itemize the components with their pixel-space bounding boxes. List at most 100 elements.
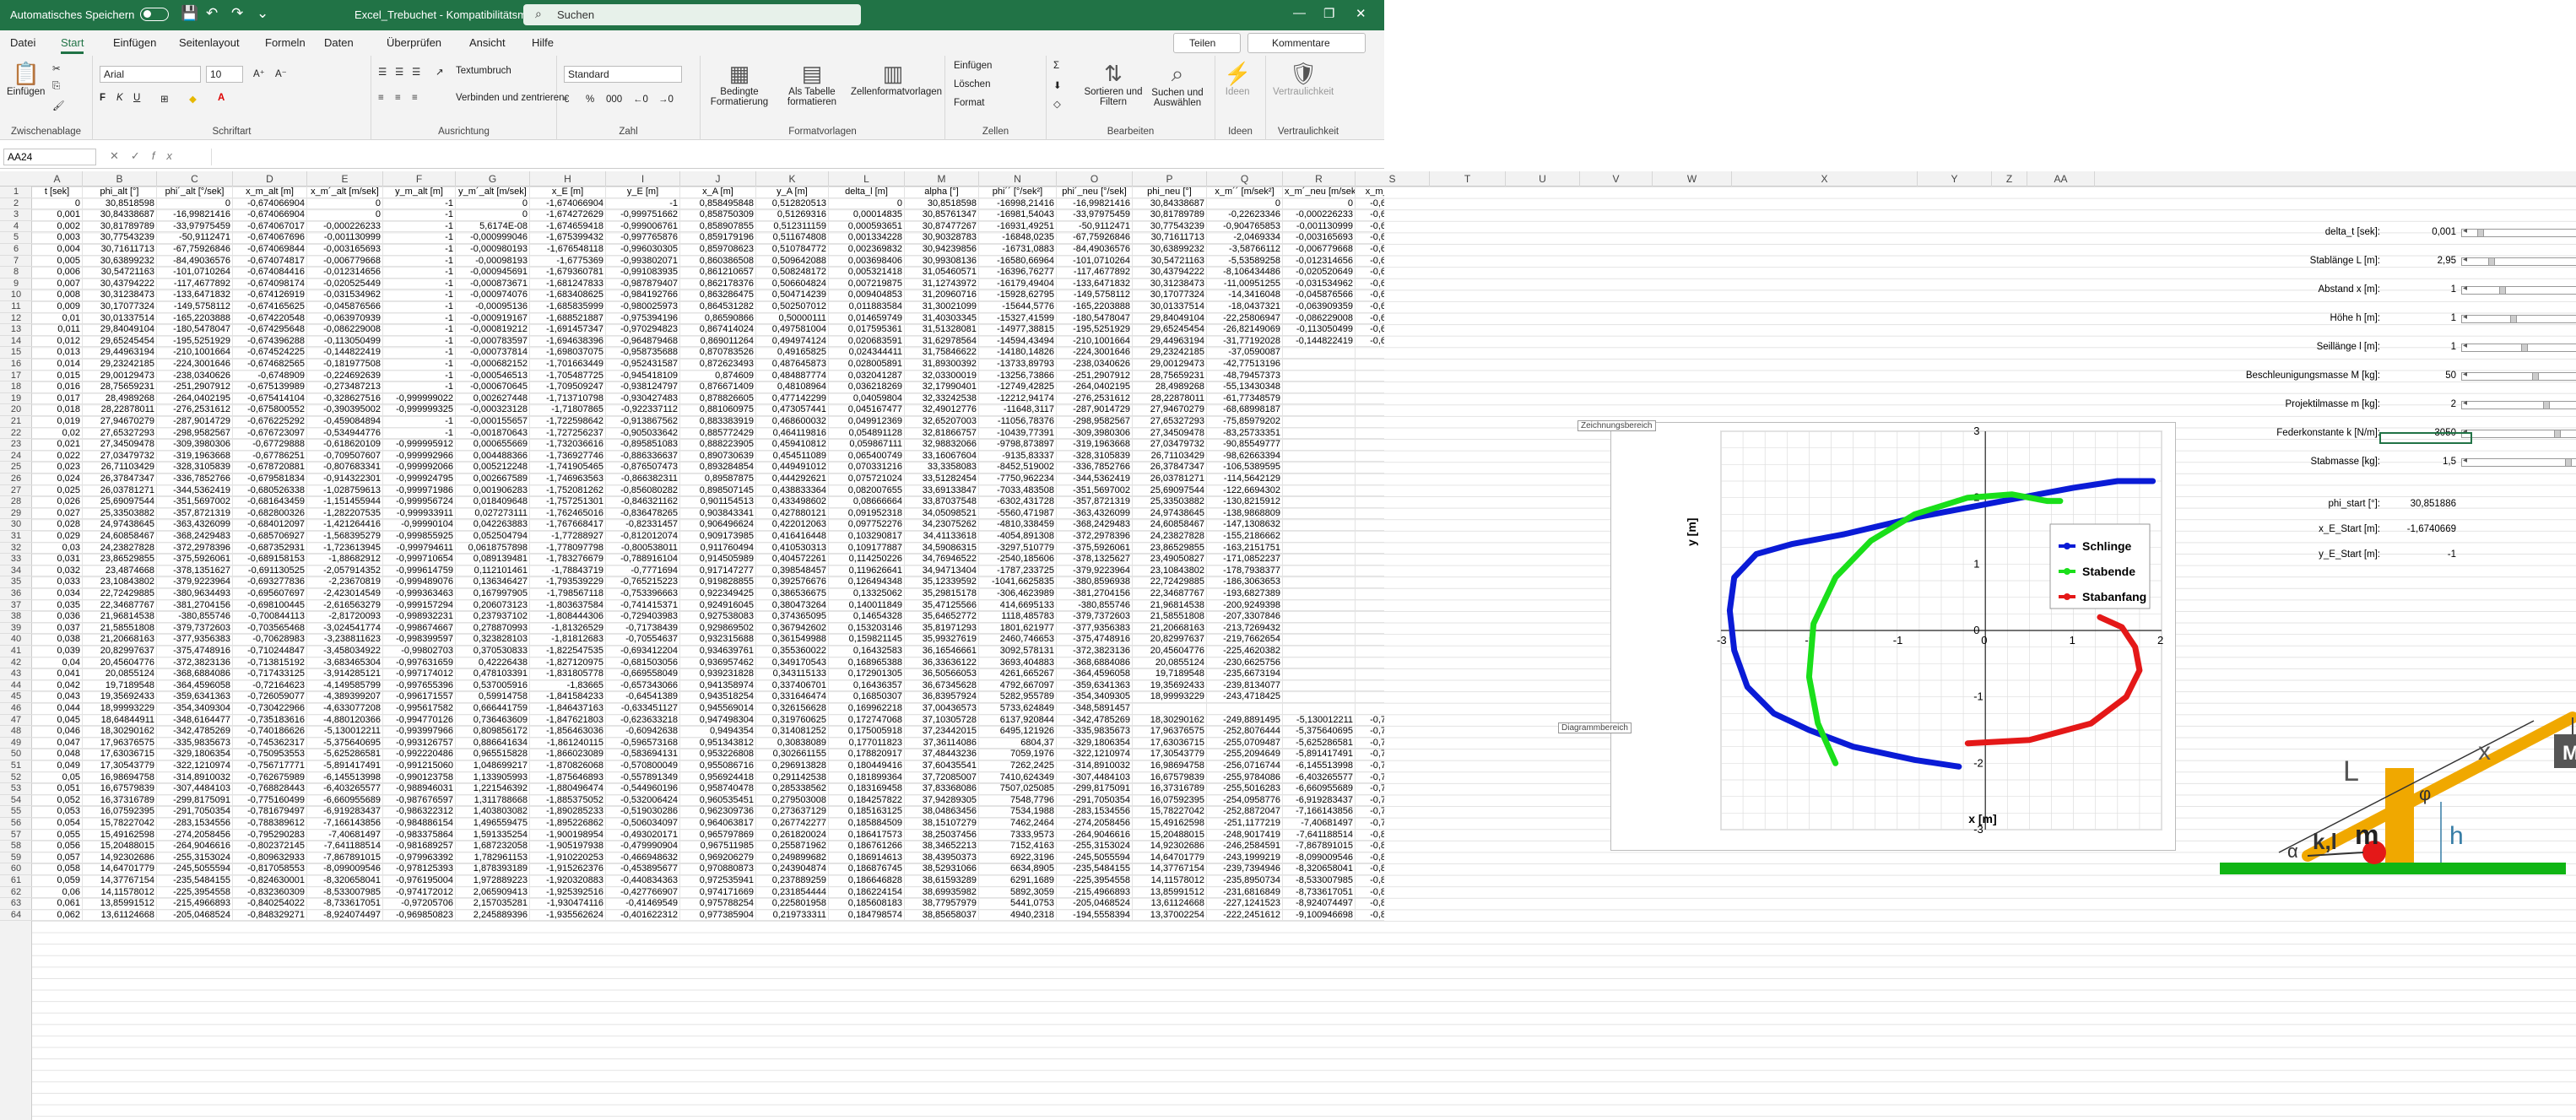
table-cell[interactable]: -0,993997966	[383, 726, 456, 738]
table-cell[interactable]: -1	[383, 278, 456, 290]
table-cell[interactable]: 0,015	[32, 370, 83, 382]
table-cell[interactable]: 27,34509478	[83, 439, 157, 451]
table-cell[interactable]: -0,674126919	[233, 289, 307, 301]
table-cell[interactable]	[1283, 668, 1356, 680]
table-cell[interactable]	[1283, 519, 1356, 531]
table-cell[interactable]: -0,848329271	[1356, 898, 1384, 910]
merge-center-button[interactable]: Verbinden und zentrieren	[456, 93, 565, 103]
table-cell[interactable]: 0,003	[32, 232, 83, 244]
table-cell[interactable]: -372,3823136	[157, 657, 233, 669]
row-header[interactable]: 52	[0, 772, 32, 784]
table-cell[interactable]: -7,166143856	[307, 818, 383, 830]
table-cell[interactable]: -336,7852766	[1057, 462, 1133, 473]
table-cell[interactable]: -1,746963563	[530, 473, 606, 485]
table-cell[interactable]: 0,002	[32, 220, 83, 233]
table-cell[interactable]: -210,1001664	[1057, 335, 1133, 348]
table-cell[interactable]: 30,99308136	[905, 255, 979, 268]
table-cell[interactable]: 0,180449416	[829, 760, 905, 772]
table-cell[interactable]: -16848,0235	[979, 232, 1057, 244]
table-cell[interactable]: -0,999363463	[383, 588, 456, 600]
table-cell[interactable]: -0,987676597	[383, 794, 456, 807]
table-cell[interactable]: -0,72164623	[233, 679, 307, 692]
table-cell[interactable]	[1283, 392, 1356, 405]
table-cell[interactable]: -1041,6625835	[979, 576, 1057, 588]
table-cell[interactable]: -16731,0883	[979, 244, 1057, 256]
table-cell[interactable]: 0,023	[32, 462, 83, 473]
table-cell[interactable]: -6,145513998	[307, 771, 383, 784]
row-header[interactable]: 47	[0, 715, 32, 727]
table-cell[interactable]: -0,001130999	[307, 232, 383, 244]
table-cell[interactable]: 17,63036715	[83, 749, 157, 760]
table-cell[interactable]: 21,20668163	[1133, 622, 1207, 635]
table-cell[interactable]: 0,380473264	[756, 599, 829, 612]
table-cell[interactable]: -0,856080282	[606, 484, 680, 497]
table-cell[interactable]: 23,4874668	[83, 565, 157, 577]
table-cell[interactable]: 34,23075262	[905, 519, 979, 531]
table-cell[interactable]: -3,024541774	[307, 622, 383, 635]
table-cell[interactable]: 30,94239856	[905, 244, 979, 256]
table-cell[interactable]: -0,532006424	[606, 794, 680, 807]
conditional-formatting-button[interactable]: ▦ Bedingte Formatierung	[706, 61, 773, 107]
column-header[interactable]: E	[307, 171, 383, 187]
table-cell[interactable]: 0,939231828	[680, 668, 756, 680]
table-cell[interactable]: -0,726059077	[233, 691, 307, 703]
table-cell[interactable]: -0,674067696	[1356, 221, 1384, 233]
table-cell[interactable]	[1283, 565, 1356, 577]
table-cell[interactable]: 37,23442015	[905, 726, 979, 738]
table-cell[interactable]: 0,464119816	[756, 427, 829, 440]
table-cell[interactable]	[1356, 485, 1384, 497]
scrollbar-thumb[interactable]	[2510, 316, 2517, 322]
table-cell[interactable]: 0,323828103	[456, 634, 530, 646]
table-cell[interactable]: 0,941358974	[680, 679, 756, 692]
table-cell[interactable]: -0,674074817	[1356, 244, 1384, 256]
table-cell[interactable]: -342,4785269	[157, 726, 233, 738]
table-cell[interactable]: -0,70628983	[233, 634, 307, 646]
table-cell[interactable]: 0,185163125	[829, 806, 905, 818]
table-cell[interactable]: 20,45604776	[1133, 646, 1207, 657]
table-cell[interactable]: 0	[456, 209, 530, 221]
table-cell[interactable]: -351,5697002	[157, 496, 233, 508]
table-cell[interactable]	[1207, 703, 1283, 715]
table-cell[interactable]: 0,172747068	[829, 714, 905, 727]
table-cell[interactable]: -0,00095136	[456, 301, 530, 313]
cell-area[interactable]: t [sek] phi_alt [°] phi´_alt [°/sek] x_m_al…	[32, 187, 1384, 1120]
table-cell[interactable]: -348,5891457	[1057, 703, 1133, 715]
table-cell[interactable]: 13,61124668	[83, 909, 157, 922]
table-cell[interactable]: -1,723613945	[307, 542, 383, 555]
table-cell[interactable]: 0,16432583	[829, 646, 905, 657]
table-cell[interactable]: 0,027273111	[456, 507, 530, 520]
row-header[interactable]: 27	[0, 485, 32, 497]
table-cell[interactable]: -0,740186626	[233, 726, 307, 738]
table-cell[interactable]: 16,37316789	[1133, 783, 1207, 795]
table-cell[interactable]: -194,5558394	[1057, 909, 1133, 922]
table-cell[interactable]: -0,945418109	[606, 370, 680, 382]
table-cell[interactable]: -0,999794611	[383, 542, 456, 555]
table-cell[interactable]: 31,05460571	[905, 267, 979, 279]
table-cell[interactable]: 14,64701779	[83, 863, 157, 875]
table-cell[interactable]	[1283, 611, 1356, 623]
table-cell[interactable]: 0,392576676	[756, 576, 829, 588]
table-cell[interactable]: 0,037	[32, 622, 83, 635]
table-cell[interactable]: -239,7394946	[1207, 863, 1283, 875]
table-cell[interactable]: 33,51282454	[905, 473, 979, 485]
table-cell[interactable]: 37,83368086	[905, 783, 979, 795]
insert-cells-button[interactable]: Einfügen	[954, 61, 992, 71]
table-cell[interactable]: 0,032041287	[829, 370, 905, 382]
table-cell[interactable]: 0,038	[32, 634, 83, 646]
table-cell[interactable]: 26,03781271	[1133, 473, 1207, 485]
table-cell[interactable]: -8,099009546	[1283, 852, 1356, 864]
table-cell[interactable]	[1283, 439, 1356, 451]
table-cell[interactable]: 0,001334228	[829, 232, 905, 244]
table-cell[interactable]: -7,867891015	[1283, 841, 1356, 852]
table-cell[interactable]: 0,016	[32, 381, 83, 393]
table-cell[interactable]: 29,23242185	[83, 359, 157, 371]
table-cell[interactable]: -0,999995912	[383, 439, 456, 451]
table-cell[interactable]: -178,7938377	[1207, 565, 1283, 577]
align-middle-icon[interactable]: ☰	[395, 66, 403, 78]
table-cell[interactable]: 0,433498602	[756, 496, 829, 508]
table-cell[interactable]: 0,048	[32, 749, 83, 760]
column-header[interactable]: C	[157, 171, 233, 187]
table-cell[interactable]	[1356, 451, 1384, 463]
table-cell[interactable]: -224,3001646	[1057, 347, 1133, 359]
table-cell[interactable]: 3693,404883	[979, 657, 1057, 669]
